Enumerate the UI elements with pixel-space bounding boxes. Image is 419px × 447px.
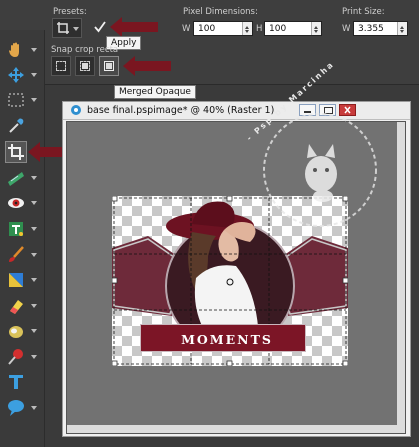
print-width-spinner[interactable] <box>397 22 407 35</box>
pspimage-icon <box>71 105 81 115</box>
push-pin-icon <box>8 349 23 365</box>
dropper-icon <box>9 118 24 133</box>
red-eye-icon <box>8 198 24 208</box>
banner-text: MOMENTS <box>181 332 273 347</box>
width-label: W <box>182 24 191 34</box>
chevron-down-icon <box>31 98 37 102</box>
print-width-label: W <box>342 24 351 34</box>
text-icon <box>9 375 23 389</box>
eraser-tool[interactable] <box>6 296 37 316</box>
print-width-value: 3.355 <box>358 24 384 34</box>
pixel-height-value: 100 <box>269 24 287 34</box>
pixel-width-input[interactable]: 100 <box>193 21 253 36</box>
dropper-tool[interactable] <box>6 116 26 136</box>
cat-logo-icon <box>263 113 377 227</box>
fill-tool[interactable] <box>6 321 37 341</box>
pixel-height-spinner[interactable] <box>311 22 321 35</box>
text-box-tool[interactable] <box>6 219 37 239</box>
height-label: H <box>256 24 263 34</box>
snap-crop-merged-opaque-button[interactable] <box>99 56 119 76</box>
gradient-icon <box>9 273 23 287</box>
annotation-arrow-merged <box>123 56 171 76</box>
horizontal-scrollbar[interactable] <box>67 425 405 433</box>
crop-icon <box>8 144 24 160</box>
vertical-scrollbar[interactable] <box>397 122 405 433</box>
layer-fill-icon <box>82 63 88 69</box>
checkmark-icon <box>94 21 106 33</box>
push-pin-tool[interactable] <box>6 347 37 367</box>
watermark: - Psp by Marcinha <box>235 59 385 250</box>
chevron-down-icon <box>31 406 37 410</box>
pixel-width-value: 100 <box>198 24 216 34</box>
red-eye-tool[interactable] <box>6 193 37 213</box>
chevron-down-icon <box>31 278 37 282</box>
move-icon <box>8 67 24 83</box>
straighten-icon <box>8 172 24 186</box>
gradient-tool[interactable] <box>6 270 37 290</box>
pixel-height-input[interactable]: 100 <box>264 21 322 36</box>
pixel-width-spinner[interactable] <box>242 22 252 35</box>
selection-tool[interactable] <box>6 90 37 110</box>
speech-bubble-icon <box>8 400 24 416</box>
chevron-down-icon <box>31 304 37 308</box>
text-box-icon <box>9 222 23 236</box>
fill-icon <box>9 326 23 338</box>
annotation-arrow-apply <box>110 17 158 37</box>
chevron-down-icon <box>31 176 37 180</box>
print-size-label: Print Size: <box>342 7 385 17</box>
chevron-down-icon <box>31 201 37 205</box>
chevron-down-icon <box>31 253 37 257</box>
dashed-square-icon <box>56 61 66 71</box>
presets-label: Presets: <box>53 7 87 17</box>
move-tool[interactable] <box>6 65 37 85</box>
speech-bubble-tool[interactable] <box>6 398 37 418</box>
snap-crop-current-layer-button[interactable] <box>51 56 71 76</box>
paint-brush-icon <box>9 246 24 262</box>
merged-opaque-tooltip: Merged Opaque <box>114 85 196 99</box>
chevron-down-icon <box>31 227 37 231</box>
chevron-down-icon <box>31 329 37 333</box>
apply-button[interactable] <box>92 18 108 36</box>
eraser-icon <box>10 300 23 314</box>
paint-brush-tool[interactable] <box>6 245 37 265</box>
crop-tool[interactable] <box>5 141 27 163</box>
pan-icon <box>9 42 19 57</box>
crop-preset-icon <box>57 22 69 34</box>
chevron-down-icon <box>31 48 37 52</box>
snap-crop-label: Snap crop recta <box>51 45 119 55</box>
text-tool[interactable] <box>6 372 26 392</box>
selection-icon <box>8 93 24 107</box>
straighten-tool[interactable] <box>6 168 37 188</box>
app-window: Presets: Apply Pixel Dimensions: W 100 H… <box>0 0 419 447</box>
presets-dropdown[interactable] <box>52 18 82 38</box>
tool-options-bar: Presets: Apply Pixel Dimensions: W 100 H… <box>0 0 419 99</box>
print-width-input[interactable]: 3.355 <box>353 21 408 36</box>
merged-fill-icon <box>106 63 112 69</box>
snap-crop-layer-button[interactable] <box>75 56 95 76</box>
pan-tool[interactable] <box>6 40 37 60</box>
pixel-dimensions-label: Pixel Dimensions: <box>183 7 258 17</box>
chevron-down-icon <box>31 355 37 359</box>
tools-toolbar <box>0 30 78 447</box>
chevron-down-icon <box>31 73 37 77</box>
chevron-down-icon <box>73 27 79 31</box>
